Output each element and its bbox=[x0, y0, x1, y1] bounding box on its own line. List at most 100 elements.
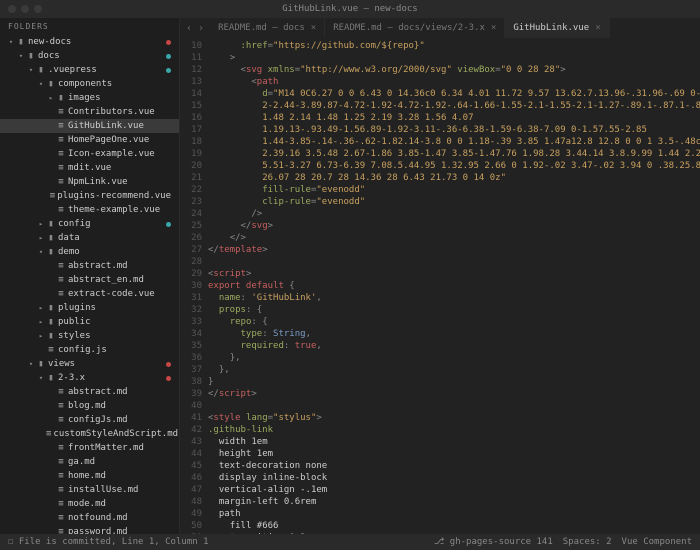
line-number: 18 bbox=[180, 136, 202, 148]
close-icon[interactable]: × bbox=[311, 23, 316, 33]
code-line[interactable]: props: { bbox=[208, 304, 700, 316]
tree-file[interactable]: ≡home.md bbox=[0, 469, 179, 483]
code-line[interactable]: height 1em bbox=[208, 448, 700, 460]
code-line[interactable]: required: true, bbox=[208, 340, 700, 352]
tree-file[interactable]: ≡extract-code.vue bbox=[0, 287, 179, 301]
tree-file[interactable]: ≡HomePageOne.vue bbox=[0, 133, 179, 147]
status-spaces[interactable]: Spaces: 2 bbox=[563, 537, 612, 547]
code-line[interactable]: </> bbox=[208, 232, 700, 244]
line-number: 16 bbox=[180, 112, 202, 124]
code-line[interactable]: text-decoration none bbox=[208, 460, 700, 472]
code-line[interactable]: }, bbox=[208, 364, 700, 376]
tab[interactable]: GitHubLink.vue× bbox=[505, 18, 609, 38]
code-line[interactable]: 1.19.13-.93.49-1.56.89-1.92-3.11-.36-6.3… bbox=[208, 124, 700, 136]
code-line[interactable]: margin-left 0.6rem bbox=[208, 496, 700, 508]
tree-file[interactable]: ≡blog.md bbox=[0, 399, 179, 413]
tree-file[interactable]: ≡configJs.md bbox=[0, 413, 179, 427]
tree-folder[interactable]: ▾▮.vuepress bbox=[0, 63, 179, 77]
code-line[interactable]: } bbox=[208, 376, 700, 388]
tree-file[interactable]: ≡GitHubLink.vue bbox=[0, 119, 179, 133]
tree-file[interactable]: ≡mode.md bbox=[0, 497, 179, 511]
tree-file[interactable]: ≡plugins-recommend.vue bbox=[0, 189, 179, 203]
code-line[interactable]: path bbox=[208, 508, 700, 520]
tree-file[interactable]: ≡mdit.vue bbox=[0, 161, 179, 175]
tab[interactable]: README.md — docs× bbox=[210, 18, 325, 38]
tree-file[interactable]: ≡config.js bbox=[0, 343, 179, 357]
nav-back-icon[interactable]: ‹ bbox=[186, 23, 192, 34]
code-line[interactable]: </script> bbox=[208, 388, 700, 400]
code-line[interactable]: name: 'GitHubLink', bbox=[208, 292, 700, 304]
tree-file[interactable]: ≡customStyleAndScript.md bbox=[0, 427, 179, 441]
tree-folder[interactable]: ▸▮images bbox=[0, 91, 179, 105]
tree-file[interactable]: ≡notfound.md bbox=[0, 511, 179, 525]
tree-file[interactable]: ≡theme-example.vue bbox=[0, 203, 179, 217]
minimize-icon[interactable] bbox=[21, 5, 29, 13]
code-line[interactable]: 5.51-3.27 6.73-6.39 7.08.5.44.95 1.32.95… bbox=[208, 160, 700, 172]
code-line[interactable]: .github-link bbox=[208, 424, 700, 436]
window-controls[interactable] bbox=[8, 5, 42, 13]
tree-folder[interactable]: ▾▮components bbox=[0, 77, 179, 91]
tree-file[interactable]: ≡ga.md bbox=[0, 455, 179, 469]
tab[interactable]: README.md — docs/views/2-3.x× bbox=[325, 18, 505, 38]
tree-folder[interactable]: ▾▮views bbox=[0, 357, 179, 371]
code-line[interactable]: vertical-align -.1em bbox=[208, 484, 700, 496]
tree-folder[interactable]: ▾▮docs bbox=[0, 49, 179, 63]
code-line[interactable]: clip-rule="evenodd" bbox=[208, 196, 700, 208]
tree-file[interactable]: ≡frontMatter.md bbox=[0, 441, 179, 455]
close-icon[interactable]: × bbox=[595, 23, 600, 33]
code-line[interactable]: 1.48 2.14 1.48 1.25 2.19 3.28 1.56 4.07 bbox=[208, 112, 700, 124]
code-area[interactable]: 1011121314151617181920212223242526272829… bbox=[180, 38, 700, 534]
code-line[interactable]: /> bbox=[208, 208, 700, 220]
tree-file[interactable]: ≡installUse.md bbox=[0, 483, 179, 497]
tree-folder[interactable]: ▸▮plugins bbox=[0, 301, 179, 315]
code-lines[interactable]: :href="https://github.com/${repo}" > <sv… bbox=[208, 38, 700, 534]
tree-file[interactable]: ≡abstract_en.md bbox=[0, 273, 179, 287]
code-line[interactable]: fill-rule="evenodd" bbox=[208, 184, 700, 196]
tree-folder[interactable]: ▾▮new-docs bbox=[0, 35, 179, 49]
code-line[interactable]: </template> bbox=[208, 244, 700, 256]
close-icon[interactable]: × bbox=[491, 23, 496, 33]
tree-file[interactable]: ≡Icon-example.vue bbox=[0, 147, 179, 161]
code-line[interactable]: fill #666 bbox=[208, 520, 700, 532]
code-line[interactable]: <style lang="stylus"> bbox=[208, 412, 700, 424]
close-icon[interactable] bbox=[8, 5, 16, 13]
tree-file[interactable]: ≡Contributors.vue bbox=[0, 105, 179, 119]
file-icon: ≡ bbox=[56, 443, 66, 453]
code-line[interactable]: d="M14 0C6.27 0 0 6.43 0 14.36c0 6.34 4.… bbox=[208, 88, 700, 100]
code-line[interactable] bbox=[208, 400, 700, 412]
tree-file[interactable]: ≡abstract.md bbox=[0, 385, 179, 399]
code-line[interactable]: <svg xmlns="http://www.w3.org/2000/svg" … bbox=[208, 64, 700, 76]
tree-folder[interactable]: ▸▮data bbox=[0, 231, 179, 245]
code-line[interactable]: </svg> bbox=[208, 220, 700, 232]
zoom-icon[interactable] bbox=[34, 5, 42, 13]
code-line[interactable]: }, bbox=[208, 352, 700, 364]
tree-file[interactable]: ≡NpmLink.vue bbox=[0, 175, 179, 189]
tree-folder[interactable]: ▸▮config bbox=[0, 217, 179, 231]
code-line[interactable]: type: String, bbox=[208, 328, 700, 340]
code-line[interactable]: 1.44-3.85-.14-.36-.62-1.82.14-3.8 0 0 1.… bbox=[208, 136, 700, 148]
code-line[interactable] bbox=[208, 256, 700, 268]
tree-file[interactable]: ≡password.md bbox=[0, 525, 179, 534]
code-line[interactable]: repo: { bbox=[208, 316, 700, 328]
code-line[interactable]: <script> bbox=[208, 268, 700, 280]
tree-folder[interactable]: ▾▮demo bbox=[0, 245, 179, 259]
code-line[interactable]: 2.39.16 3.5.48 2.67-1.86 3.85-1.47 3.85-… bbox=[208, 148, 700, 160]
nav-forward-icon[interactable]: › bbox=[198, 23, 204, 34]
code-line[interactable]: <path bbox=[208, 76, 700, 88]
tree-folder[interactable]: ▾▮2-3.x bbox=[0, 371, 179, 385]
code-line[interactable]: display inline-block bbox=[208, 472, 700, 484]
code-line[interactable]: 26.07 28 20.7 28 14.36 28 6.43 21.73 0 1… bbox=[208, 172, 700, 184]
tree-folder[interactable]: ▸▮public bbox=[0, 315, 179, 329]
tree-label: 2-3.x bbox=[58, 373, 85, 383]
code-line[interactable]: :href="https://github.com/${repo}" bbox=[208, 40, 700, 52]
status-lang[interactable]: Vue Component bbox=[622, 537, 692, 547]
tree-folder[interactable]: ▸▮styles bbox=[0, 329, 179, 343]
status-branch[interactable]: ⎇ gh-pages-source 141 bbox=[434, 537, 553, 547]
code-line[interactable]: width 1em bbox=[208, 436, 700, 448]
file-tree[interactable]: ▾▮new-docs▾▮docs▾▮.vuepress▾▮components▸… bbox=[0, 35, 179, 534]
code-line[interactable]: > bbox=[208, 52, 700, 64]
tree-file[interactable]: ≡abstract.md bbox=[0, 259, 179, 273]
code-line[interactable]: 2-2.44-3.89.87-4.72-1.92-4.72-1.92-.64-1… bbox=[208, 100, 700, 112]
code-line[interactable]: transition 0.3s ease bbox=[208, 532, 700, 534]
code-line[interactable]: export default { bbox=[208, 280, 700, 292]
